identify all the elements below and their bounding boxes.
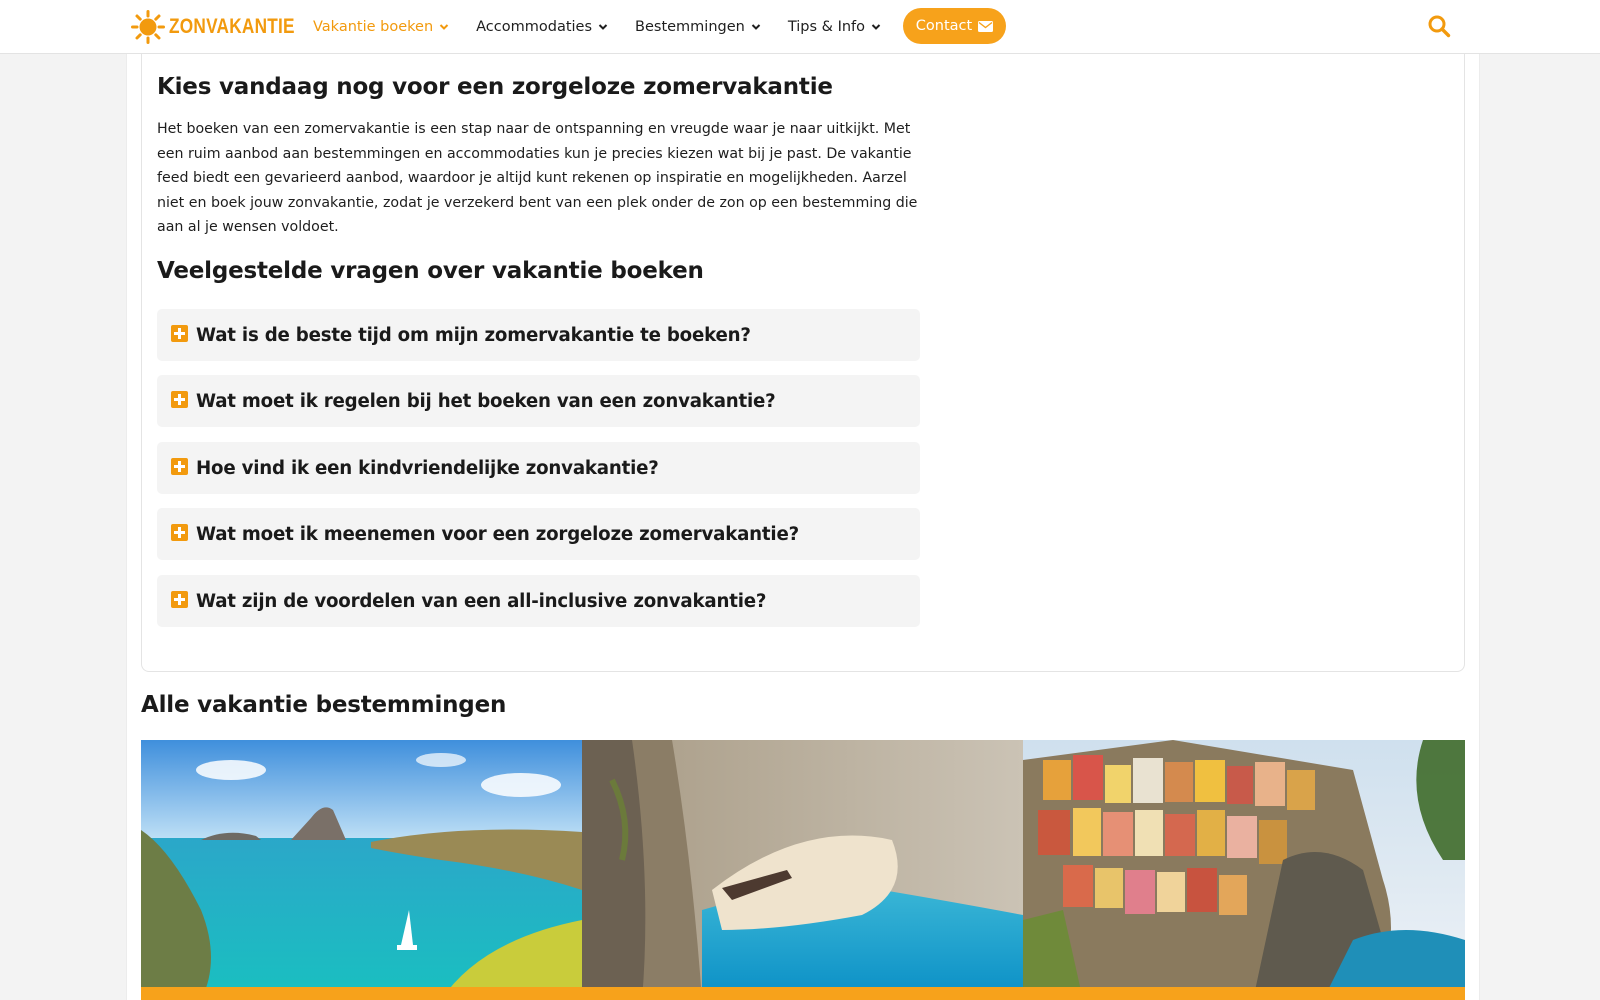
destinations-heading: Alle vakantie bestemmingen — [141, 692, 507, 718]
faq-question: Wat is de beste tijd om mijn zomervakant… — [196, 324, 751, 346]
nav-item-label: Tips & Info — [787, 19, 866, 35]
destination-card-shipwreck-beach[interactable] — [582, 740, 1023, 1000]
nav-item-label: Vakantie boeken — [313, 19, 434, 35]
plus-icon — [171, 324, 188, 342]
plus-icon — [171, 457, 188, 475]
nav-item-label: Accommodaties — [476, 19, 593, 35]
plus-icon — [171, 390, 188, 408]
nav-item-vakantie-boeken[interactable]: Vakantie boeken — [313, 14, 449, 40]
faq-question: Wat zijn de voordelen van een all-inclus… — [196, 590, 767, 612]
chevron-down-icon — [871, 24, 881, 30]
faq-item[interactable]: Hoe vind ik een kindvriendelijke zonvaka… — [157, 442, 920, 494]
card-footer-bar — [1023, 987, 1465, 1000]
main-nav: Vakantie boeken Accommodaties Bestemming… — [313, 14, 908, 40]
envelope-icon — [978, 20, 994, 32]
faq-heading: Veelgestelde vragen over vakantie boeken — [157, 258, 704, 284]
sun-logo-icon — [131, 10, 165, 44]
chevron-down-icon — [751, 24, 761, 30]
card-footer-bar — [141, 987, 582, 1000]
site-header: ZONVAKANTIE Vakantie boeken Accommodatie… — [0, 0, 1600, 54]
destination-card-bay[interactable] — [141, 740, 582, 1000]
destination-card-coastal-village[interactable] — [1023, 740, 1465, 1000]
contact-button-label: Contact — [915, 18, 973, 34]
nav-item-tips-info[interactable]: Tips & Info — [788, 14, 881, 40]
faq-question: Wat moet ik regelen bij het boeken van e… — [196, 390, 776, 412]
nav-item-label: Bestemmingen — [635, 19, 745, 35]
faq-item[interactable]: Wat moet ik meenemen voor een zorgeloze … — [157, 508, 920, 560]
bay-photo — [141, 740, 582, 1000]
faq-question: Wat moet ik meenemen voor een zorgeloze … — [196, 523, 799, 545]
contact-button[interactable]: Contact — [903, 8, 1006, 44]
shipwreck-beach-photo — [582, 740, 1023, 1000]
coastal-village-photo — [1023, 740, 1465, 1000]
intro-heading: Kies vandaag nog voor een zorgeloze zome… — [157, 74, 833, 100]
faq-item[interactable]: Wat moet ik regelen bij het boeken van e… — [157, 375, 920, 427]
chevron-down-icon — [598, 24, 608, 30]
intro-paragraph: Het boeken van een zomervakantie is een … — [157, 121, 918, 236]
plus-icon — [171, 590, 188, 608]
nav-item-bestemmingen[interactable]: Bestemmingen — [635, 14, 761, 40]
search-icon[interactable] — [1427, 14, 1451, 38]
plus-icon — [171, 523, 188, 541]
logo-text: ZONVAKANTIE — [169, 15, 295, 38]
faq-question: Hoe vind ik een kindvriendelijke zonvaka… — [196, 457, 659, 479]
faq-item[interactable]: Wat is de beste tijd om mijn zomervakant… — [157, 309, 920, 361]
nav-item-accommodaties[interactable]: Accommodaties — [476, 14, 608, 40]
site-logo[interactable]: ZONVAKANTIE — [131, 9, 322, 45]
faq-item[interactable]: Wat zijn de voordelen van een all-inclus… — [157, 575, 920, 627]
chevron-down-icon — [439, 24, 449, 30]
card-footer-bar — [582, 987, 1023, 1000]
